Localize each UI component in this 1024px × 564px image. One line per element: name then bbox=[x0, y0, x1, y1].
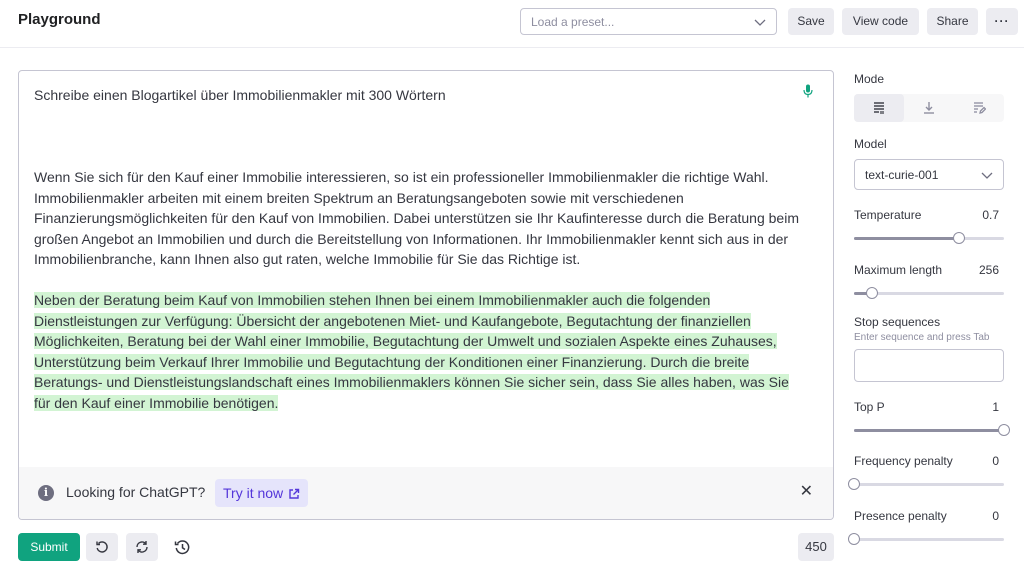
temperature-slider-thumb[interactable] bbox=[953, 232, 965, 244]
frequency-penalty-value: 0 bbox=[992, 454, 999, 468]
mode-selector bbox=[854, 94, 1004, 122]
top-p-slider[interactable] bbox=[854, 424, 1010, 436]
undo-icon bbox=[96, 541, 108, 553]
frequency-penalty-slider-thumb[interactable] bbox=[848, 478, 860, 490]
view-code-button[interactable]: View code bbox=[842, 8, 919, 35]
top-p-label: Top P bbox=[854, 400, 885, 414]
save-button[interactable]: Save bbox=[788, 8, 834, 35]
max-length-slider[interactable] bbox=[854, 287, 1004, 299]
edit-icon bbox=[974, 102, 986, 114]
stop-sequences-input[interactable] bbox=[854, 349, 1004, 382]
stop-sequences-label: Stop sequences bbox=[854, 315, 941, 329]
top-p-slider-thumb[interactable] bbox=[998, 424, 1010, 436]
temperature-value: 0.7 bbox=[982, 208, 999, 222]
close-banner-button[interactable]: ✕ bbox=[800, 484, 813, 500]
prompt-text: Schreibe einen Blogartikel über Immobili… bbox=[34, 87, 446, 103]
max-length-value: 256 bbox=[978, 263, 999, 277]
temperature-label: Temperature bbox=[854, 208, 922, 222]
regenerate-button[interactable] bbox=[126, 533, 158, 561]
info-icon: i bbox=[38, 485, 54, 501]
external-link-icon bbox=[289, 488, 300, 499]
preset-placeholder: Load a preset... bbox=[531, 15, 615, 29]
presence-penalty-slider[interactable] bbox=[848, 533, 1004, 545]
mode-complete[interactable] bbox=[854, 94, 904, 122]
max-length-slider-thumb[interactable] bbox=[866, 287, 878, 299]
try-it-now-label: Try it now bbox=[223, 485, 284, 501]
model-label: Model bbox=[854, 137, 887, 151]
top-p-value: 1 bbox=[992, 400, 999, 414]
highlighted-completion: Neben der Beratung beim Kauf von Immobil… bbox=[34, 292, 789, 411]
undo-button[interactable] bbox=[86, 533, 118, 561]
more-options-button[interactable]: ··· bbox=[986, 8, 1018, 35]
token-count-badge: 450 bbox=[798, 533, 834, 561]
banner-text: Looking for ChatGPT? bbox=[66, 484, 206, 500]
chevron-down-icon bbox=[981, 172, 993, 179]
insert-icon bbox=[924, 102, 934, 114]
page-title: Playground bbox=[18, 11, 101, 28]
chevron-down-icon bbox=[754, 19, 766, 26]
frequency-penalty-slider[interactable] bbox=[848, 478, 1004, 490]
temperature-slider-fill bbox=[854, 237, 959, 240]
model-select[interactable]: text-curie-001 bbox=[854, 159, 1004, 190]
temperature-slider[interactable] bbox=[854, 232, 1004, 244]
microphone-icon[interactable] bbox=[803, 84, 813, 98]
presence-penalty-slider-thumb[interactable] bbox=[848, 533, 860, 545]
stop-sequences-hint: Enter sequence and press Tab bbox=[854, 332, 990, 343]
preset-select[interactable]: Load a preset... bbox=[520, 8, 777, 35]
top-p-slider-fill bbox=[854, 429, 1004, 432]
frequency-penalty-label: Frequency penalty bbox=[854, 454, 953, 468]
prompt-editor[interactable]: Schreibe einen Blogartikel über Immobili… bbox=[18, 70, 834, 520]
try-it-now-link[interactable]: Try it now bbox=[215, 479, 309, 507]
chatgpt-banner: i Looking for ChatGPT? Try it now ✕ bbox=[19, 467, 833, 519]
regenerate-icon bbox=[136, 541, 148, 553]
top-bar: Playground Load a preset... Save View co… bbox=[0, 0, 1024, 48]
complete-icon bbox=[874, 102, 884, 114]
mode-label: Mode bbox=[854, 72, 885, 86]
max-length-label: Maximum length bbox=[854, 263, 943, 277]
output-text: Wenn Sie sich für den Kauf einer Immobil… bbox=[34, 169, 799, 268]
share-button[interactable]: Share bbox=[927, 8, 978, 35]
mode-edit[interactable] bbox=[954, 94, 1004, 122]
mode-insert[interactable] bbox=[904, 94, 954, 122]
history-icon[interactable] bbox=[174, 539, 191, 556]
model-value: text-curie-001 bbox=[865, 168, 939, 182]
presence-penalty-label: Presence penalty bbox=[854, 509, 947, 523]
presence-penalty-value: 0 bbox=[992, 509, 999, 523]
completion-text: Neben der Beratung beim Kauf von Immobil… bbox=[34, 290, 804, 414]
submit-button[interactable]: Submit bbox=[18, 533, 80, 561]
